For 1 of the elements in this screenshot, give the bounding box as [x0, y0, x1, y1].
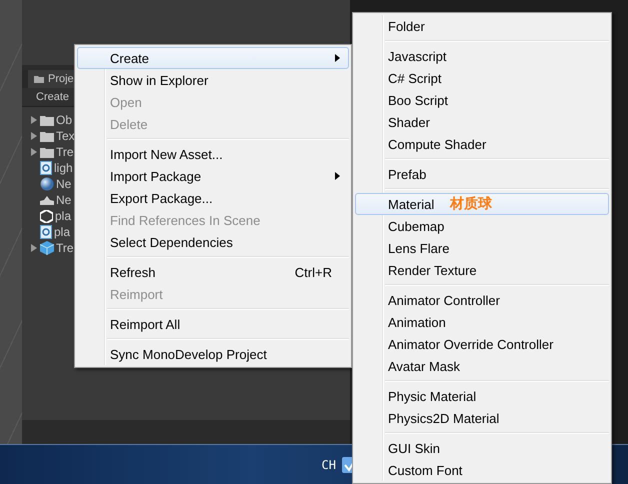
annotation-label: 材质球 — [450, 195, 492, 213]
